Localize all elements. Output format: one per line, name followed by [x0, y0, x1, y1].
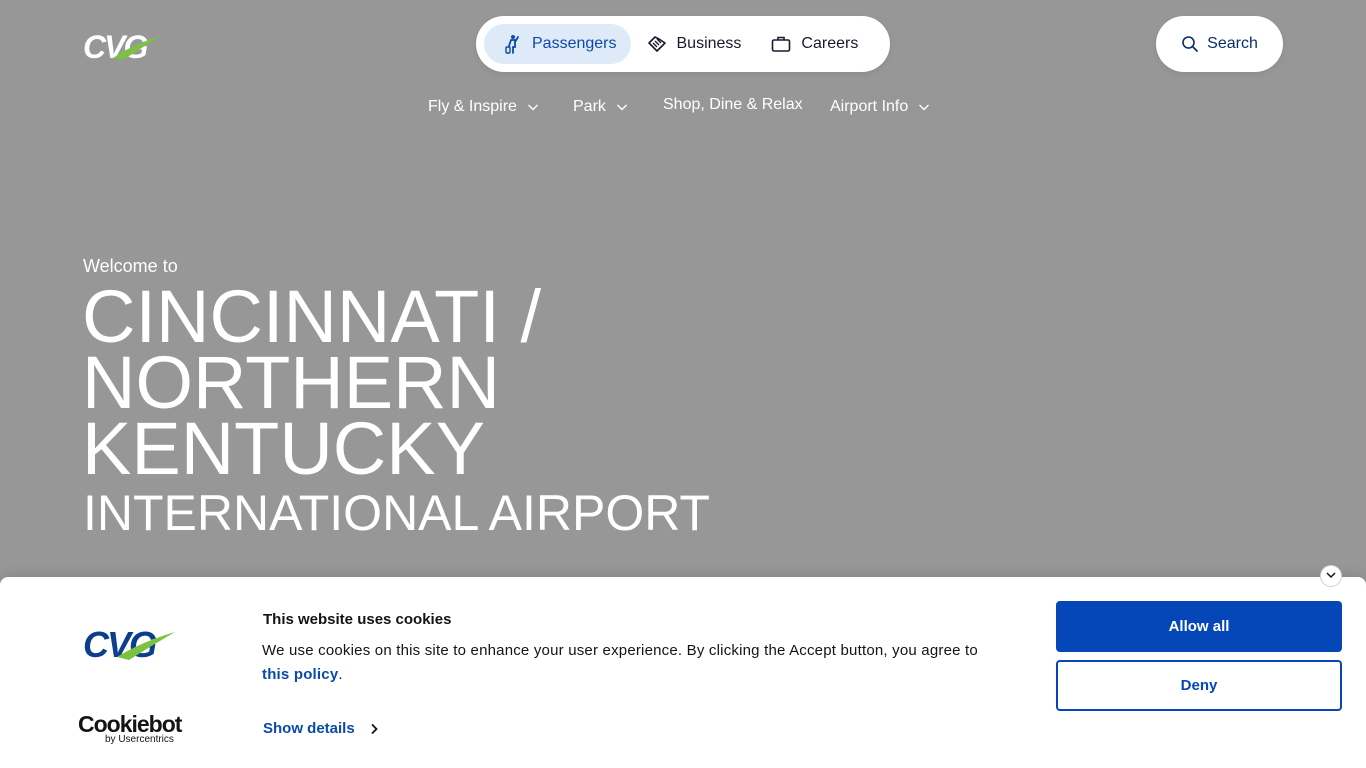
show-details-label: Show details — [263, 720, 355, 737]
search-button[interactable]: Search — [1156, 16, 1283, 72]
cvg-logo[interactable]: CVG — [83, 28, 163, 64]
hero-welcome: Welcome to — [83, 256, 178, 276]
cvg-cookie-logo: CVG — [83, 624, 179, 665]
nav-park[interactable]: Park — [573, 98, 628, 116]
hero-title-line: KENTUCKY — [82, 407, 485, 490]
cookie-text-end: . — [338, 666, 343, 683]
cookie-title: This website uses cookies — [263, 611, 452, 628]
nav-label: Park — [573, 98, 606, 115]
nav-shop-dine-relax[interactable]: Shop, Dine & Relax — [663, 96, 803, 114]
chevron-down-icon — [1325, 567, 1337, 585]
cookie-text: We use cookies on this site to enhance y… — [262, 639, 1002, 687]
audience-tab-label: Passengers — [532, 35, 617, 52]
audience-tab-passengers[interactable]: Passengers — [484, 24, 631, 64]
briefcase-icon — [771, 34, 791, 54]
nav-fly-inspire[interactable]: Fly & Inspire — [428, 98, 539, 116]
search-icon — [1181, 35, 1199, 53]
audience-tab-label: Careers — [801, 35, 859, 52]
chevron-down-icon — [918, 101, 930, 113]
nav-label: Fly & Inspire — [428, 98, 517, 115]
audience-switcher: Passengers Business Careers — [476, 16, 890, 72]
collapse-banner-button[interactable] — [1320, 565, 1342, 587]
cookiebot-name: Cookiebot — [78, 711, 182, 737]
cookie-text-body: We use cookies on this site to enhance y… — [262, 642, 978, 659]
audience-tab-business[interactable]: Business — [631, 24, 756, 64]
nav-label: Airport Info — [830, 98, 909, 115]
policy-link[interactable]: this policy — [262, 666, 338, 683]
nav-airport-info[interactable]: Airport Info — [830, 98, 930, 116]
passenger-icon — [502, 34, 522, 54]
show-details-link[interactable]: Show details — [263, 720, 379, 737]
chevron-right-icon — [369, 723, 379, 735]
audience-tab-label: Business — [676, 35, 742, 52]
cookiebot-logo[interactable]: Cookiebot by Usercentrics — [78, 713, 188, 747]
search-label: Search — [1207, 35, 1258, 52]
main-nav: Fly & Inspire Park Shop, Dine & Relax Ai… — [0, 96, 1366, 124]
audience-tab-careers[interactable]: Careers — [755, 24, 872, 64]
chevron-down-icon — [527, 101, 539, 113]
deny-button[interactable]: Deny — [1056, 660, 1342, 711]
chevron-down-icon — [616, 101, 628, 113]
nav-label: Shop, Dine & Relax — [663, 96, 803, 113]
hero-title: CINCINNATI / NORTHERN KENTUCKY — [82, 280, 541, 490]
allow-all-button[interactable]: Allow all — [1056, 601, 1342, 652]
cookie-banner: CVG Cookiebot by Usercentrics This websi… — [0, 565, 1366, 768]
hero-subtitle: INTERNATIONAL AIRPORT — [83, 485, 710, 541]
handshake-icon — [647, 34, 667, 54]
